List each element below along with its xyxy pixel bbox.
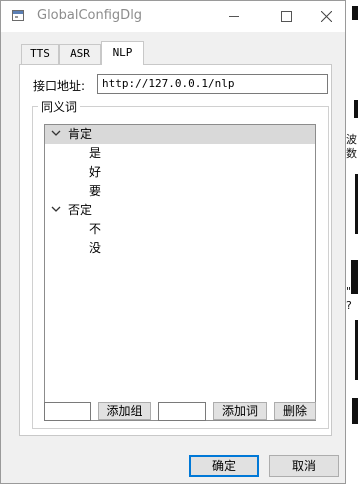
tree-item-label: 否定	[68, 203, 93, 217]
tree-item-word[interactable]: 是	[45, 144, 315, 163]
chevron-down-icon[interactable]	[51, 204, 61, 214]
synonyms-group-title: 同义词	[38, 98, 81, 115]
background-text: 波	[346, 133, 357, 146]
tree-item-word[interactable]: 好	[45, 163, 315, 182]
chevron-down-icon[interactable]	[51, 128, 61, 138]
tree-item-word[interactable]: 要	[45, 182, 315, 201]
background-mark	[352, 398, 358, 424]
minimize-button[interactable]	[211, 1, 257, 32]
background-mark	[355, 174, 358, 234]
add-word-button[interactable]: 添加词	[213, 402, 267, 420]
tab-asr[interactable]: ASR	[59, 44, 101, 64]
api-address-label: 接口地址:	[33, 79, 86, 93]
tree-item-label: 没	[89, 241, 102, 255]
background-mark	[351, 260, 358, 294]
tab-nlp[interactable]: NLP	[101, 41, 144, 65]
tree-item-word[interactable]: 没	[45, 239, 315, 258]
background-mark	[352, 6, 358, 20]
tree-item-label: 不	[89, 222, 102, 236]
close-button[interactable]	[307, 1, 345, 32]
background-text: ?	[346, 299, 352, 312]
tree-item-label: 要	[89, 184, 102, 198]
tree-item-label: 好	[89, 165, 102, 179]
background-mark	[354, 100, 358, 118]
app-icon	[12, 10, 24, 21]
background-text: 数	[346, 147, 357, 160]
close-icon	[321, 11, 332, 22]
maximize-button[interactable]	[263, 1, 309, 32]
background-text: "	[346, 285, 352, 298]
tree-item-word[interactable]: 不	[45, 220, 315, 239]
cancel-button[interactable]: 取消	[269, 455, 339, 477]
ok-button[interactable]: 确定	[189, 455, 259, 477]
background-window: 波 数 ? "	[346, 0, 362, 496]
group-name-input[interactable]	[44, 402, 91, 421]
delete-button[interactable]: 删除	[274, 402, 316, 420]
word-input[interactable]	[158, 402, 206, 421]
tree-item-label: 是	[89, 146, 102, 160]
background-mark	[355, 320, 358, 380]
api-address-input[interactable]: http://127.0.0.1/nlp	[97, 74, 328, 94]
tab-tts[interactable]: TTS	[21, 44, 59, 64]
tree-item-label: 肯定	[68, 127, 93, 141]
window-title: GlobalConfigDlg	[37, 8, 143, 23]
tree-item-group[interactable]: 否定	[45, 201, 315, 220]
tree-item-group[interactable]: 肯定	[45, 125, 315, 144]
add-group-button[interactable]: 添加组	[98, 402, 151, 420]
title-bar[interactable]: GlobalConfigDlg	[1, 1, 345, 32]
synonym-tree[interactable]: 肯定 是 好 要 否定 不 没	[44, 124, 316, 421]
